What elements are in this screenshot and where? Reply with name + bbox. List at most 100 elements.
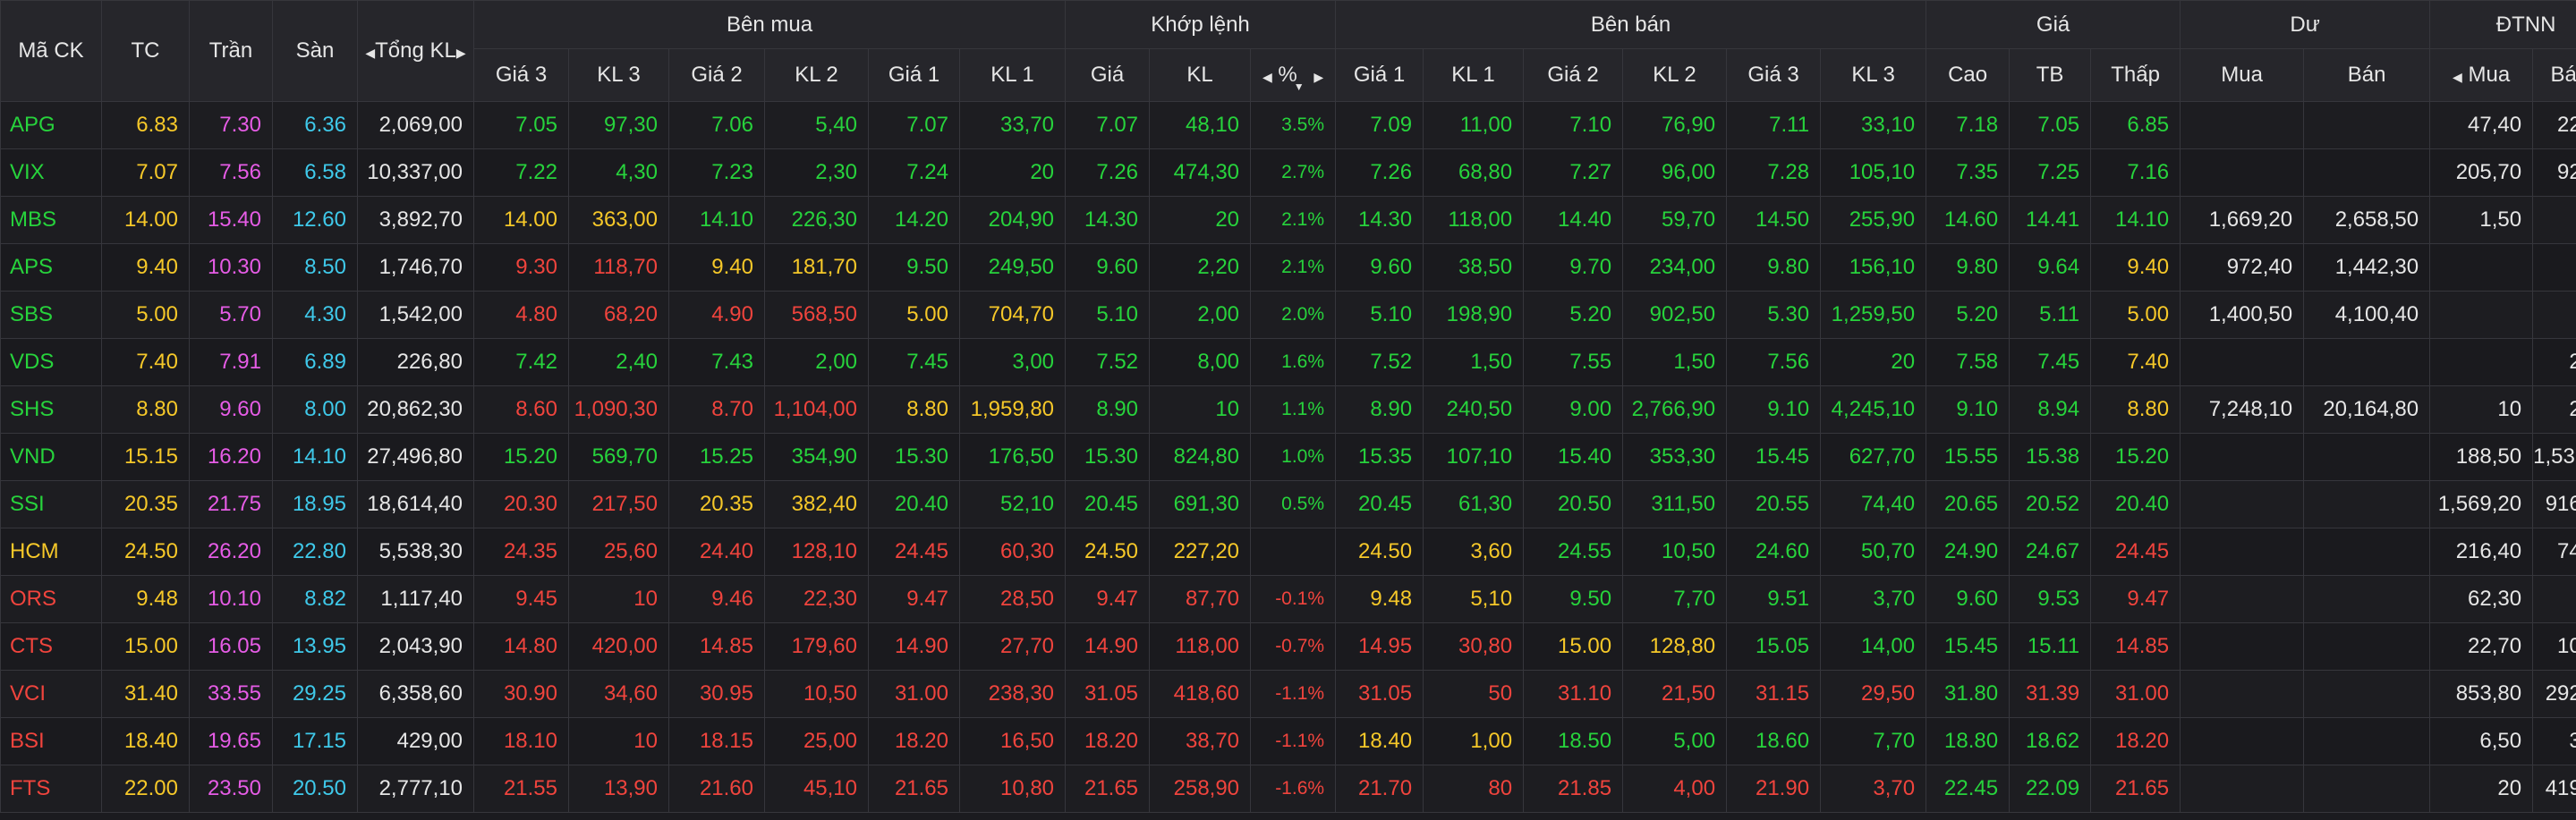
- symbol-cell[interactable]: SHS: [0, 385, 102, 434]
- symbol-cell[interactable]: VCI: [0, 670, 102, 718]
- table-row[interactable]: BSI 18.40 19.65 17.15 429,00 18.10 10 18.15 25,0…: [0, 717, 2576, 765]
- symbol-cell[interactable]: APS: [0, 243, 102, 292]
- caret-left-icon[interactable]: ◀: [1262, 70, 1272, 84]
- header-match-kl[interactable]: KL: [1149, 48, 1252, 102]
- header-nn-ban[interactable]: Bán ▶: [2532, 48, 2576, 102]
- match-volume-cell: 10: [1149, 385, 1252, 434]
- table-row[interactable]: SSI 20.35 21.75 18.95 18,614,40 20.30 217,50 20…: [0, 480, 2576, 528]
- header-nn-mua[interactable]: ◀ Mua: [2429, 48, 2534, 102]
- price-board: Mã CK TC Trần Sàn ◀Tổng KL▶ Bên mua Khớp…: [0, 0, 2576, 813]
- symbol-cell[interactable]: APG: [0, 101, 102, 149]
- match-volume-cell: 824,80: [1149, 433, 1252, 481]
- ref-price-cell: 8.80: [101, 385, 190, 434]
- sell-volume-cell: 5,00: [1622, 717, 1728, 765]
- symbol-cell[interactable]: ORS: [0, 575, 102, 623]
- header-tc[interactable]: TC: [101, 0, 190, 102]
- table-row[interactable]: VDS 7.40 7.91 6.89 226,80 7.42 2,40 7.43 2,00 7.4…: [0, 338, 2576, 386]
- header-thap[interactable]: Thấp: [2090, 48, 2181, 102]
- header-buy-kl2[interactable]: KL 2: [764, 48, 869, 102]
- table-row[interactable]: APS 9.40 10.30 8.50 1,746,70 9.30 118,70 9.40 18…: [0, 243, 2576, 292]
- header-sell-kl1[interactable]: KL 1: [1423, 48, 1525, 102]
- ceiling-price-cell: 21.75: [189, 480, 273, 528]
- header-buy-gia3[interactable]: Giá 3: [473, 48, 569, 102]
- floor-price-cell: 18.95: [272, 480, 358, 528]
- match-price-cell: 9.47: [1065, 575, 1151, 623]
- table-row[interactable]: SBS 5.00 5.70 4.30 1,542,00 4.80 68,20 4.90 568,…: [0, 291, 2576, 339]
- match-volume-cell: 8,00: [1149, 338, 1252, 386]
- header-tran[interactable]: Trần: [189, 0, 273, 102]
- sort-down-icon[interactable]: ▼: [1294, 80, 1305, 93]
- caret-right-icon[interactable]: ▶: [456, 46, 466, 60]
- header-buy-kl1[interactable]: KL 1: [958, 48, 1067, 102]
- sell-price-cell: 9.60: [1335, 243, 1424, 292]
- header-sell-kl3[interactable]: KL 3: [1820, 48, 1927, 102]
- sell-volume-cell: 7,70: [1820, 717, 1927, 765]
- table-row[interactable]: MBS 14.00 15.40 12.60 3,892,70 14.00 363,00 14.…: [0, 196, 2576, 244]
- symbol-cell[interactable]: VND: [0, 433, 102, 481]
- caret-right-icon[interactable]: ▶: [1314, 70, 1323, 84]
- table-row[interactable]: FTS 22.00 23.50 20.50 2,777,10 21.55 13,90 21.6…: [0, 765, 2576, 813]
- match-price-cell: 7.07: [1065, 101, 1151, 149]
- caret-left-icon[interactable]: ◀: [365, 46, 375, 60]
- table-row[interactable]: VCI 31.40 33.55 29.25 6,358,60 30.90 34,60 30.9…: [0, 670, 2576, 718]
- header-du-ban[interactable]: Bán: [2303, 48, 2431, 102]
- symbol-cell[interactable]: VDS: [0, 338, 102, 386]
- total-volume-cell: 1,117,40: [357, 575, 474, 623]
- symbol-cell[interactable]: CTS: [0, 622, 102, 671]
- table-row[interactable]: CTS 15.00 16.05 13.95 2,043,90 14.80 420,00 14.…: [0, 622, 2576, 671]
- buy-price-cell: 30.95: [668, 670, 765, 718]
- high-price-cell: 9.60: [1926, 575, 2011, 623]
- header-match-pct[interactable]: ◀ %▼ ▶: [1250, 48, 1337, 102]
- symbol-cell[interactable]: SSI: [0, 480, 102, 528]
- high-price-cell: 24.90: [1926, 528, 2011, 576]
- symbol-cell[interactable]: BSI: [0, 717, 102, 765]
- header-san[interactable]: Sàn: [272, 0, 358, 102]
- table-row[interactable]: VIX 7.07 7.56 6.58 10,337,00 7.22 4,30 7.23 2,30…: [0, 148, 2576, 197]
- avg-price-cell: 14.41: [2009, 196, 2092, 244]
- header-symbol[interactable]: Mã CK: [0, 0, 102, 102]
- header-tb[interactable]: TB: [2009, 48, 2092, 102]
- caret-left-icon[interactable]: ◀: [2453, 70, 2462, 84]
- total-volume-cell: 1,746,70: [357, 243, 474, 292]
- symbol-cell[interactable]: SBS: [0, 291, 102, 339]
- low-price-cell: 21.65: [2090, 765, 2181, 813]
- match-change-cell: 2.0%: [1250, 291, 1337, 339]
- sell-price-cell: 7.55: [1523, 338, 1624, 386]
- buy-price-cell: 7.43: [668, 338, 765, 386]
- table-row[interactable]: HCM 24.50 26.20 22.80 5,538,30 24.35 25,60 24.4…: [0, 528, 2576, 576]
- sell-volume-cell: 59,70: [1622, 196, 1728, 244]
- header-buy-gia1[interactable]: Giá 1: [868, 48, 960, 102]
- avg-price-cell: 7.05: [2009, 101, 2092, 149]
- table-row[interactable]: APG 6.83 7.30 6.36 2,069,00 7.05 97,30 7.06 5,40…: [0, 101, 2576, 149]
- symbol-cell[interactable]: HCM: [0, 528, 102, 576]
- buy-price-cell: 18.10: [473, 717, 569, 765]
- header-match-gia[interactable]: Giá: [1065, 48, 1151, 102]
- residual-buy-cell: [2180, 480, 2305, 528]
- sell-price-cell: 24.50: [1335, 528, 1424, 576]
- header-nn-mua-label: Mua: [2468, 63, 2511, 87]
- table-row[interactable]: SHS 8.80 9.60 8.00 20,862,30 8.60 1,090,30 8.70…: [0, 385, 2576, 434]
- ref-price-cell: 7.40: [101, 338, 190, 386]
- header-sell-gia2[interactable]: Giá 2: [1523, 48, 1624, 102]
- header-cao[interactable]: Cao: [1926, 48, 2011, 102]
- header-sell-gia3[interactable]: Giá 3: [1726, 48, 1822, 102]
- sell-volume-cell: 156,10: [1820, 243, 1927, 292]
- header-sell-kl2[interactable]: KL 2: [1622, 48, 1728, 102]
- header-tongkl[interactable]: ◀Tổng KL▶: [357, 0, 474, 102]
- table-row[interactable]: ORS 9.48 10.10 8.82 1,117,40 9.45 10 9.46 22,30 9…: [0, 575, 2576, 623]
- sell-price-cell: 18.40: [1335, 717, 1424, 765]
- header-du-mua[interactable]: Mua: [2180, 48, 2305, 102]
- symbol-cell[interactable]: VIX: [0, 148, 102, 197]
- buy-price-cell: 20.30: [473, 480, 569, 528]
- symbol-cell[interactable]: MBS: [0, 196, 102, 244]
- table-row[interactable]: VND 15.15 16.20 14.10 27,496,80 15.20 569,70 15…: [0, 433, 2576, 481]
- low-price-cell: 31.00: [2090, 670, 2181, 718]
- symbol-cell[interactable]: FTS: [0, 765, 102, 813]
- sell-volume-cell: 234,00: [1622, 243, 1728, 292]
- header-buy-kl3[interactable]: KL 3: [568, 48, 669, 102]
- ceiling-price-cell: 15.40: [189, 196, 273, 244]
- foreign-sell-cell: [2532, 575, 2576, 623]
- header-sell-gia1[interactable]: Giá 1: [1335, 48, 1424, 102]
- avg-price-cell: 15.11: [2009, 622, 2092, 671]
- header-buy-gia2[interactable]: Giá 2: [668, 48, 765, 102]
